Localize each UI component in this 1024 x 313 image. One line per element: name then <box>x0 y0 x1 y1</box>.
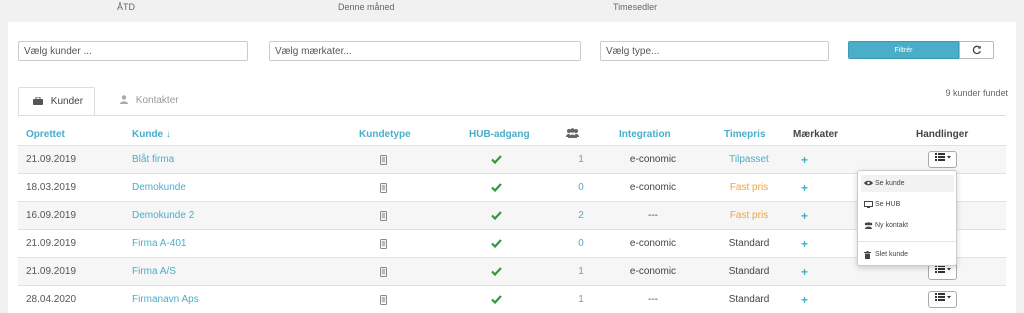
check-icon <box>491 267 502 277</box>
tab-contacts[interactable]: Kontakter <box>106 87 186 116</box>
refresh-button[interactable] <box>959 41 994 59</box>
filter-button[interactable]: Filtrér <box>848 41 959 59</box>
menu-item-view-customer[interactable]: Se kunde <box>861 175 954 192</box>
hourly-rate-value[interactable]: Standard <box>718 230 780 258</box>
actions-dropdown-menu: Se kunde Se HUB Ny kontakt Slet kunde <box>857 170 957 266</box>
user-icon <box>120 95 136 106</box>
users-icon <box>566 128 579 141</box>
list-icon <box>934 265 951 276</box>
result-count: 9 kunder fundet <box>945 88 1008 98</box>
delete-customer-label: Slet kunde <box>875 251 909 258</box>
check-icon <box>491 211 502 221</box>
add-tag-button[interactable]: + <box>801 202 808 230</box>
actions-menu-button[interactable] <box>928 291 957 308</box>
customer-filter-input[interactable]: Vælg kunder ... <box>18 41 248 61</box>
menu-item-view-hub[interactable]: Se HUB <box>861 196 954 213</box>
timesheets-label: Timesedler <box>613 2 658 12</box>
column-integration[interactable]: Integration <box>619 129 671 140</box>
integration-value: e-conomic <box>629 154 677 165</box>
users-count-link[interactable]: 0 <box>573 230 589 258</box>
view-customer-label: Se kunde <box>875 180 905 187</box>
table-row: 21.09.2019 Blåt firma 1 e-conomic Tilpas… <box>18 145 1006 173</box>
list-icon <box>934 153 951 164</box>
column-created[interactable]: Oprettet <box>26 129 65 140</box>
customer-name-link[interactable]: Blåt firma <box>132 146 174 174</box>
list-icon <box>934 293 951 304</box>
users-count-link[interactable]: 0 <box>573 174 589 202</box>
created-date: 18.03.2019 <box>26 182 77 193</box>
check-icon <box>491 155 502 165</box>
hourly-rate-value[interactable]: Fast pris <box>718 174 780 202</box>
column-tags: Mærkater <box>793 129 839 140</box>
hourly-rate-value[interactable]: Fast pris <box>718 202 780 230</box>
tablet-icon <box>380 155 387 165</box>
integration-value: --- <box>648 210 658 221</box>
tabs-divider <box>18 115 1006 116</box>
integration-value: e-conomic <box>629 182 677 193</box>
type-filter-input[interactable]: Vælg type... <box>600 41 829 61</box>
tags-filter-input[interactable]: Vælg mærkater... <box>269 41 581 61</box>
add-tag-button[interactable]: + <box>801 146 808 174</box>
add-tag-button[interactable]: + <box>801 174 808 202</box>
tab-customers[interactable]: Kunder <box>18 87 95 116</box>
created-date: 21.09.2019 <box>26 154 77 165</box>
add-tag-button[interactable]: + <box>801 258 808 286</box>
tablet-icon <box>380 295 387 305</box>
users-count-link[interactable]: 2 <box>573 202 589 230</box>
menu-divider <box>858 241 956 242</box>
created-date: 21.09.2019 <box>26 266 77 277</box>
menu-item-delete-customer[interactable]: Slet kunde <box>861 246 954 263</box>
hourly-rate-value[interactable]: Standard <box>718 258 780 286</box>
tablet-icon <box>380 211 387 221</box>
hourly-rate-value[interactable]: Tilpasset <box>718 146 780 174</box>
check-icon <box>491 183 502 193</box>
tablet-icon <box>380 267 387 277</box>
created-date: 21.09.2019 <box>26 238 77 249</box>
column-customer-type[interactable]: Kundetype <box>359 129 411 140</box>
created-date: 16.09.2019 <box>26 210 77 221</box>
tab-customers-label: Kunder <box>50 96 84 107</box>
users-count-link[interactable]: 1 <box>573 286 589 313</box>
integration-value: --- <box>648 294 658 305</box>
column-users[interactable] <box>566 128 579 141</box>
tablet-icon <box>380 239 387 249</box>
customer-name-link[interactable]: Demokunde <box>132 174 186 202</box>
column-actions: Handlinger <box>916 129 969 140</box>
top-stats-strip: ÅTD Denne måned Timesedler <box>0 0 1024 20</box>
check-icon <box>491 295 502 305</box>
view-hub-label: Se HUB <box>875 201 901 208</box>
tablet-icon <box>380 183 387 193</box>
menu-item-new-contact[interactable]: Ny kontakt <box>861 217 954 234</box>
customer-name-link[interactable]: Firmanavn Aps <box>132 286 199 313</box>
users-count-link[interactable]: 1 <box>573 146 589 174</box>
created-date: 28.04.2020 <box>26 294 77 305</box>
atd-label: ÅTD <box>117 2 135 12</box>
customer-name-link[interactable]: Firma A-401 <box>132 230 186 258</box>
add-tag-button[interactable]: + <box>801 286 808 313</box>
briefcase-icon <box>33 96 51 107</box>
integration-value: e-conomic <box>629 266 677 277</box>
table-row: 28.04.2020 Firmanavn Aps 1 --- Standard … <box>18 285 1006 313</box>
column-hourly-rate[interactable]: Timepris <box>724 129 766 140</box>
tab-contacts-label: Kontakter <box>135 95 179 106</box>
customers-panel: Vælg kunder ... Vælg mærkater... Vælg ty… <box>8 22 1016 313</box>
month-label: Denne måned <box>338 2 395 12</box>
refresh-icon <box>972 45 982 58</box>
column-hub-access[interactable]: HUB-adgang <box>469 129 530 140</box>
column-customer[interactable]: Kunde ↓ <box>132 129 171 140</box>
actions-menu-button[interactable] <box>928 151 957 168</box>
add-tag-button[interactable]: + <box>801 230 808 258</box>
hourly-rate-value[interactable]: Standard <box>718 286 780 313</box>
check-icon <box>491 239 502 249</box>
integration-value: e-conomic <box>629 238 677 249</box>
new-contact-label: Ny kontakt <box>875 222 909 229</box>
customer-name-link[interactable]: Firma A/S <box>132 258 176 286</box>
users-count-link[interactable]: 1 <box>573 258 589 286</box>
customer-name-link[interactable]: Demokunde 2 <box>132 202 194 230</box>
